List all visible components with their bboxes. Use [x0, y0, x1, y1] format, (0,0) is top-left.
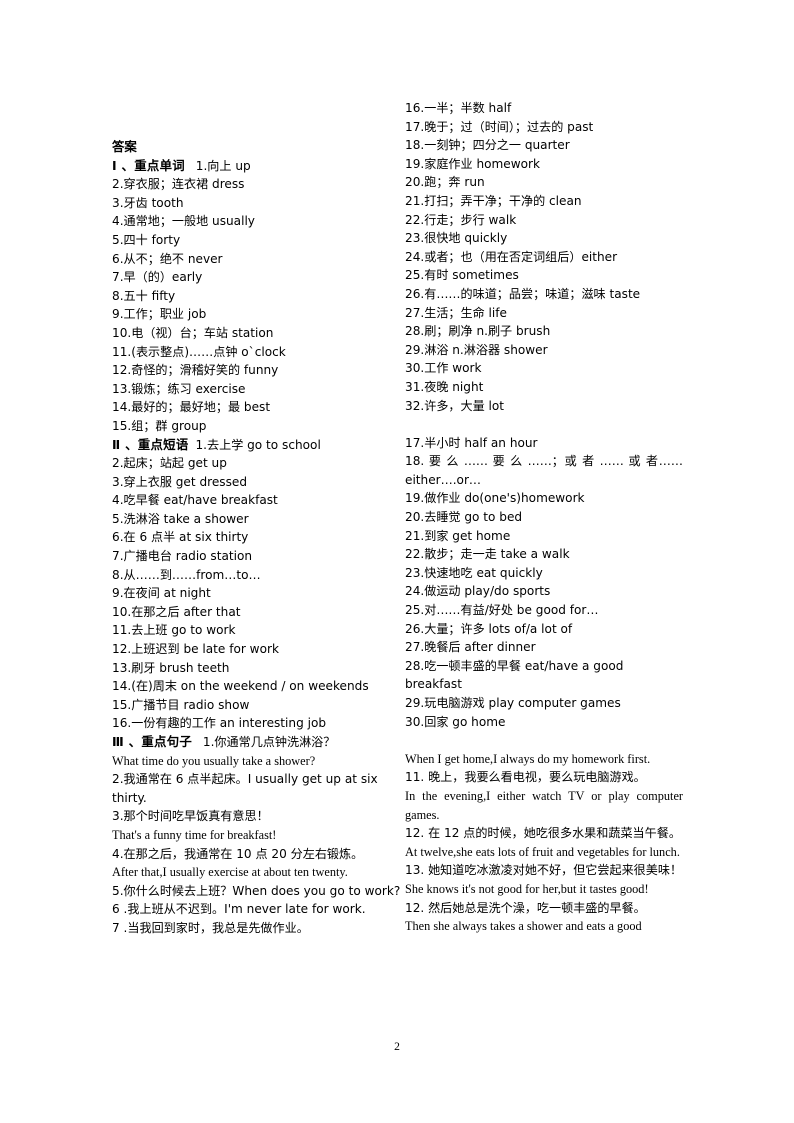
- list-item-justified: 13. 她知道吃冰激凌对她不好，但它尝起来很美味！: [405, 863, 683, 878]
- list-item: 11.(表示整点)……点钟 o`clock: [112, 344, 286, 359]
- list-item: 5.洗淋浴 take a shower: [112, 511, 249, 526]
- list-item: 13.锻炼；练习 exercise: [112, 381, 246, 396]
- list-item: 2.穿衣服；连衣裙 dress: [112, 177, 245, 192]
- list-item: 9.在夜间 at night: [112, 586, 211, 601]
- list-item: What time do you usually take a shower?: [112, 753, 316, 768]
- list-item: 20.跑；奔 run: [405, 175, 485, 190]
- list-item-justified: 18. 要 么 …… 要 么 ……；或 者 …… 或 者……either….or…: [405, 454, 683, 487]
- list-item: 10.电（视）台；车站 station: [112, 325, 274, 340]
- list-item: 15.广播节目 radio show: [112, 697, 250, 712]
- list-item: 22.行走；步行 walk: [405, 212, 517, 227]
- sentence-item-1: 1.你通常几点钟洗淋浴？: [202, 735, 336, 749]
- list-item: 21.打扫；弄干净；干净的 clean: [405, 193, 582, 208]
- list-item: 9.工作；职业 job: [112, 307, 207, 322]
- list-item-justified: Then she always takes a shower and eats …: [405, 919, 642, 934]
- list-item: 14.最好的；最好地；最 best: [112, 400, 271, 415]
- list-item: 31.夜晚 night: [405, 379, 484, 394]
- list-item: 18.一刻钟；四分之一 quarter: [405, 138, 570, 153]
- answer-key-heading: 答案: [112, 139, 137, 154]
- list-item: 17.晚于；过（时间）；过去的 past: [405, 119, 594, 134]
- list-item: 12.奇怪的；滑稽好笑的 funny: [112, 363, 279, 378]
- section-label-vocabulary: Ⅰ 、重点单词: [112, 157, 185, 173]
- column-spacer: [405, 731, 683, 750]
- list-item: After that,I usually exercise at about t…: [112, 865, 348, 880]
- list-item: 24.或者；也（用在否定词组后）either: [405, 249, 618, 264]
- list-item: 27.晚餐后 after dinner: [405, 640, 536, 655]
- section-label-sentences: Ⅲ 、重点句子: [112, 734, 193, 749]
- right-column: 16.一半；半数 half 17.晚于；过（时间）；过去的 past 18.一刻…: [405, 99, 683, 936]
- list-item: 23.很快地 quickly: [405, 231, 508, 246]
- list-item: 32.许多，大量 lot: [405, 398, 505, 413]
- list-item: When I get home,I always do my homework …: [405, 751, 651, 766]
- vocabulary-item-1: 1.向上 up: [195, 158, 251, 173]
- list-item: 3.那个时间吃早饭真有意思！: [112, 809, 269, 824]
- list-item: 29.淋浴 n.淋浴器 shower: [405, 342, 548, 357]
- list-item: That's a funny time for breakfast!: [112, 827, 277, 842]
- list-item: 4.吃早餐 eat/have breakfast: [112, 493, 278, 508]
- list-item: 5.你什么时候去上班？When does you go to work?: [112, 883, 401, 898]
- list-item: 19.做作业 do(one's)homework: [405, 491, 585, 506]
- list-item: 28.刷；刷净 n.刷子 brush: [405, 324, 551, 339]
- list-item: 16.一份有趣的工作 an interesting job: [112, 716, 327, 731]
- list-item: 11. 晚上，我要么看电视，要么玩电脑游戏。: [405, 770, 646, 785]
- list-item: 6 .我上班从不迟到。I'm never late for work.: [112, 902, 366, 917]
- list-item: 2.起床；站起 get up: [112, 456, 227, 471]
- column-spacer: [405, 415, 683, 434]
- list-item: 23.快速地吃 eat quickly: [405, 565, 543, 580]
- list-item: 25.对……有益/好处 be good for…: [405, 603, 599, 618]
- section-heading-phrases: Ⅱ 、重点短语 1.去上学 go to school: [112, 436, 404, 455]
- list-item: 26.有……的味道；品尝；味道；滋味 taste: [405, 286, 641, 301]
- list-item: 10.在那之后 after that: [112, 604, 241, 619]
- list-item: 4.通常地；一般地 usually: [112, 214, 255, 229]
- list-item: 3.牙齿 tooth: [112, 195, 184, 210]
- list-item: 3.穿上衣服 get dressed: [112, 474, 248, 489]
- list-item: 29.玩电脑游戏 play computer games: [405, 696, 621, 710]
- list-item-justified: In the evening,I either watch TV or play…: [405, 788, 683, 822]
- section-heading-vocabulary: Ⅰ 、重点单词 1.向上 up: [112, 157, 404, 176]
- list-item: 7.早（的）early: [112, 270, 203, 285]
- list-item: 12. 然后她总是洗个澡，吃一顿丰盛的早餐。: [405, 900, 646, 915]
- phrase-item-1: 1.去上学 go to school: [195, 437, 321, 452]
- section-label-phrases: Ⅱ 、重点短语: [112, 436, 189, 452]
- list-item: 22.散步；走一走 take a walk: [405, 547, 570, 562]
- document-page: 答案 Ⅰ 、重点单词 1.向上 up 2.穿衣服；连衣裙 dress 3.牙齿 …: [0, 0, 794, 1123]
- list-item: 7.广播电台 radio station: [112, 549, 253, 564]
- list-item: 11.去上班 go to work: [112, 623, 236, 638]
- list-item-justified: 12. 在 12 点的时候，她吃很多水果和蔬菜当午餐。: [405, 826, 681, 841]
- list-item: 15.组；群 group: [112, 418, 207, 433]
- list-item: 16.一半；半数 half: [405, 101, 512, 115]
- list-item: 7 .当我回到家时，我总是先做作业。: [112, 920, 309, 935]
- list-item: 17.半小时 half an hour: [405, 435, 538, 450]
- list-item: 25.有时 sometimes: [405, 268, 519, 283]
- list-item: 6.从不；绝不 never: [112, 251, 223, 266]
- list-item: 8.从……到……from…to…: [112, 567, 261, 582]
- section-heading-sentences: Ⅲ 、重点句子 1.你通常几点钟洗淋浴？: [112, 733, 404, 752]
- list-item: 19.家庭作业 homework: [405, 156, 541, 171]
- list-item: 20.去睡觉 go to bed: [405, 510, 523, 525]
- list-item: 24.做运动 play/do sports: [405, 584, 551, 599]
- list-item: 30.回家 go home: [405, 714, 506, 729]
- list-item: 12.上班迟到 be late for work: [112, 642, 279, 657]
- list-item: 30.工作 work: [405, 361, 482, 376]
- list-item: 28.吃一顿丰盛的早餐 eat/have a good breakfast: [405, 658, 624, 692]
- list-item: 26.大量；许多 lots of/a lot of: [405, 621, 573, 636]
- list-item: 8.五十 fifty: [112, 288, 176, 303]
- list-item: 14.(在)周末 on the weekend / on weekends: [112, 679, 369, 694]
- list-item: 4.在那之后，我通常在 10 点 20 分左右锻炼。: [112, 846, 364, 861]
- list-item: At twelve,she eats lots of fruit and veg…: [405, 844, 680, 859]
- list-item: 6.在 6 点半 at six thirty: [112, 530, 249, 545]
- list-item: 5.四十 forty: [112, 232, 181, 247]
- list-item: She knows it's not good for her,but it t…: [405, 881, 649, 896]
- list-item: 2.我通常在 6 点半起床。I usually get up at six th…: [112, 772, 378, 805]
- list-item: 27.生活；生命 life: [405, 305, 507, 320]
- left-column: 答案 Ⅰ 、重点单词 1.向上 up 2.穿衣服；连衣裙 dress 3.牙齿 …: [112, 138, 404, 938]
- page-number: 2: [394, 1040, 400, 1053]
- list-item: 21.到家 get home: [405, 528, 511, 543]
- list-item: 13.刷牙 brush teeth: [112, 660, 230, 675]
